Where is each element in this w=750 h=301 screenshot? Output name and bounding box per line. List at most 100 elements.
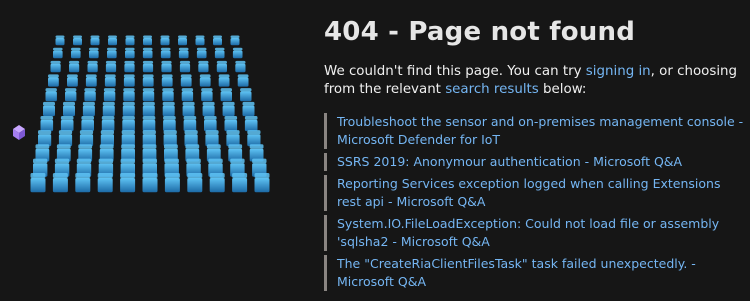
cube-icon	[142, 47, 153, 59]
cube-icon	[226, 130, 240, 147]
cube-icon	[58, 130, 73, 147]
cube-icon	[40, 116, 54, 132]
search-results-list: Troubleshoot the sensor and on-premises …	[324, 113, 744, 295]
cube-icon	[216, 60, 227, 73]
search-result-item[interactable]: System.IO.FileLoadException: Could not l…	[324, 215, 744, 251]
cube-icon	[55, 35, 65, 46]
cube-icon	[247, 130, 261, 147]
cube-icon	[179, 60, 191, 73]
page-title: 404 - Page not found	[324, 17, 636, 47]
cube-icon	[230, 35, 240, 46]
cube-icon	[125, 47, 135, 59]
cube-icon	[104, 74, 116, 87]
cube-icon	[220, 88, 232, 102]
search-result-link[interactable]: Troubleshoot the sensor and on-premises …	[337, 114, 743, 147]
cube-icon	[187, 173, 203, 193]
search-result-item[interactable]: SSRS 2019: Anonymour authentication - Mi…	[324, 153, 744, 171]
intro-text-after: below:	[538, 82, 587, 97]
cube-icon	[124, 60, 135, 73]
cube-icon	[232, 47, 243, 59]
cube-icon	[237, 74, 249, 87]
cube-icon	[60, 116, 74, 132]
cube-icon	[87, 60, 98, 73]
cube-icon	[48, 74, 59, 87]
cube-row	[50, 60, 246, 73]
cube-row	[55, 35, 240, 46]
cube-icon	[63, 101, 75, 117]
cube-icon	[90, 35, 100, 46]
cube-icon	[142, 74, 154, 87]
search-result-item[interactable]: Reporting Services exception logged when…	[324, 175, 744, 211]
cube-icon	[89, 47, 99, 59]
search-result-link[interactable]: System.IO.FileLoadException: Could not l…	[337, 216, 719, 249]
search-result-link[interactable]: The "CreateRiaClientFilesTask" task fail…	[337, 256, 696, 289]
cube-icon	[202, 101, 215, 117]
cube-icon	[38, 130, 52, 147]
cube-icon	[123, 74, 135, 87]
cube-icon	[67, 74, 78, 87]
cube-icon	[142, 60, 154, 73]
search-result-link[interactable]: Reporting Services exception logged when…	[337, 176, 720, 209]
search-result-link[interactable]: SSRS 2019: Anonymour authentication - Mi…	[337, 154, 682, 169]
cube-row	[48, 74, 249, 87]
cube-icon	[65, 88, 77, 102]
cube-icon	[97, 173, 113, 193]
cube-icon	[196, 47, 207, 59]
cube-icon	[222, 101, 235, 117]
cube-icon	[164, 173, 180, 193]
search-results-link[interactable]: search results	[445, 82, 539, 97]
cube-icon	[178, 35, 187, 46]
cube-icon	[69, 60, 80, 73]
purple-cube-icon	[13, 125, 25, 140]
cube-row	[30, 173, 270, 193]
cube-icon	[30, 173, 46, 193]
cube-icon	[232, 173, 248, 193]
cube-icon	[213, 35, 222, 46]
cube-icon	[163, 130, 177, 147]
cube-icon	[182, 101, 195, 117]
cube-icon	[242, 101, 255, 117]
cube-icon	[160, 47, 171, 59]
cube-icon	[100, 130, 114, 147]
cube-icon	[82, 101, 95, 117]
cube-icon	[142, 130, 156, 147]
cube-icon	[75, 173, 91, 193]
cube-icon	[73, 35, 82, 46]
cube-icon	[50, 60, 61, 73]
cube-icon	[103, 88, 116, 102]
cube-row	[40, 116, 258, 132]
cube-icon	[43, 101, 55, 117]
cube-icon	[162, 101, 175, 117]
cube-icon	[53, 47, 63, 59]
cube-icon	[102, 101, 115, 117]
cube-icon	[160, 35, 170, 46]
cube-icon	[79, 130, 94, 147]
cube-icon	[120, 173, 136, 193]
cube-row	[53, 47, 243, 59]
cube-icon	[235, 60, 246, 73]
cube-grid-svg	[13, 35, 270, 193]
cube-icon	[199, 74, 211, 87]
search-result-item[interactable]: Troubleshoot the sensor and on-premises …	[324, 113, 744, 149]
cube-icon	[101, 116, 115, 132]
sign-in-link[interactable]: signing in	[586, 64, 651, 79]
error-page: 404 - Page not found We couldn't find th…	[0, 0, 750, 301]
cube-icon	[198, 60, 209, 73]
search-result-item[interactable]: The "CreateRiaClientFilesTask" task fail…	[324, 255, 744, 291]
cube-icon	[161, 60, 172, 73]
cube-icon	[142, 116, 156, 132]
cube-icon	[180, 74, 192, 87]
cube-icon	[85, 74, 97, 87]
cube-icon	[205, 130, 219, 147]
cube-icon	[204, 116, 217, 132]
cube-icon	[218, 74, 230, 87]
cube-icon	[71, 47, 81, 59]
cube-icon	[240, 88, 252, 102]
cube-icon	[125, 35, 135, 46]
intro-text-before: We couldn't find this page. You can try	[324, 64, 586, 79]
cube-icon	[84, 88, 96, 102]
cube-grid-illustration	[0, 0, 300, 301]
cube-icon	[183, 116, 197, 132]
cube-icon	[123, 88, 135, 102]
cube-icon	[121, 130, 135, 147]
